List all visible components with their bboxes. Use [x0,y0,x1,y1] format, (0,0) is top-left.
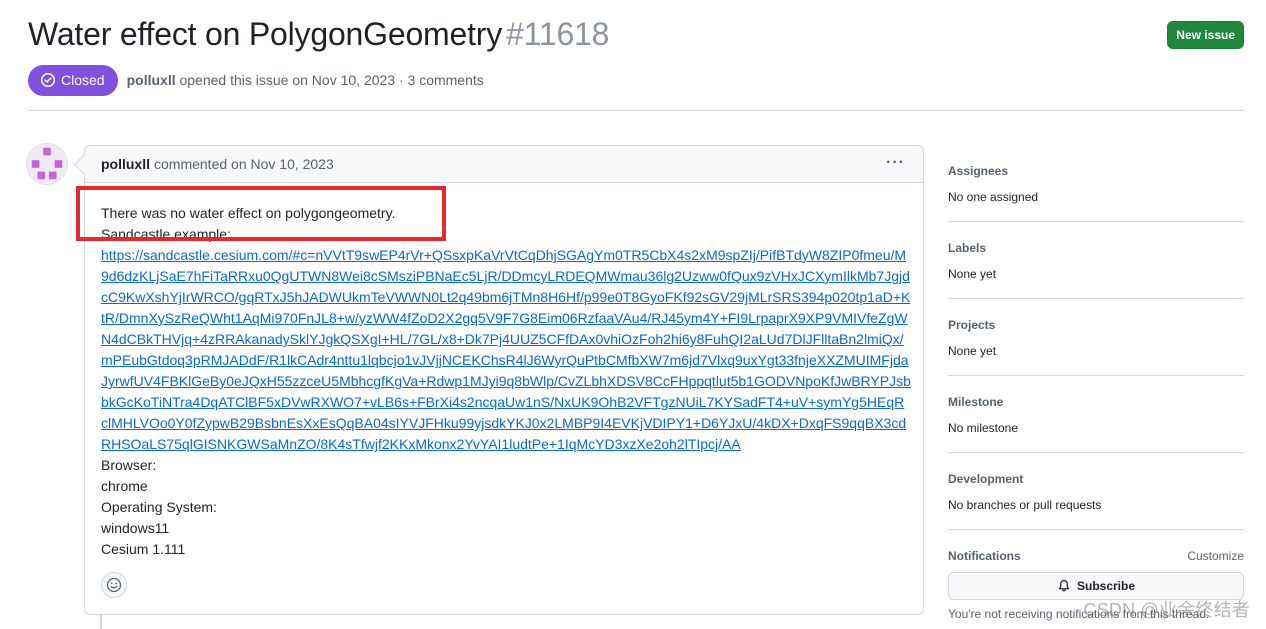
sidebar-development: Development No branches or pull requests [948,453,1244,530]
issue-comment: polluxll commented on Nov 10, 2023 ··· T… [84,145,924,615]
avatar[interactable] [26,143,68,185]
sidebar-heading: Assignees [948,164,1009,178]
sidebar-heading: Development [948,472,1024,486]
sidebar-value: No one assigned [948,190,1039,204]
sidebar-projects: Projects None yet [948,299,1244,376]
new-issue-button[interactable]: New issue [1167,21,1244,49]
sidebar-heading: Milestone [948,395,1004,409]
header-divider [28,110,1244,111]
comment-line: Operating System: [101,499,217,515]
comment-header: polluxll commented on Nov 10, 2023 ··· [85,146,923,183]
sidebar-value: No milestone [948,421,1019,435]
issue-title-text: Water effect on PolygonGeometry [28,16,503,52]
subscribe-label: Subscribe [1076,579,1136,593]
comment-line: windows11 [101,520,170,536]
issue-title: Water effect on PolygonGeometry #11618 [28,16,609,53]
sidebar-value: None yet [948,344,997,358]
issue-meta: Closed polluxll opened this issue on Nov… [28,64,484,96]
comment-line: Sandcastle example: [101,226,231,242]
opened-text: opened this issue on Nov 10, 2023 · 3 co… [179,72,484,88]
comment-line: Browser: [101,457,157,473]
issue-author-link[interactable]: polluxll [127,72,176,88]
sidebar-value: No branches or pull requests [948,498,1102,512]
issue-number: #11618 [506,16,610,52]
sidebar-heading: Projects [948,318,996,332]
smiley-icon [106,577,122,593]
sidebar-milestone: Milestone No milestone [948,376,1244,453]
comment-line: Cesium 1.111 [101,541,186,557]
state-label: Closed [61,72,105,88]
sidebar-assignees: Assignees No one assigned [948,145,1244,222]
customize-link[interactable]: Customize [1187,549,1244,563]
state-badge: Closed [28,64,118,96]
issue-meta-text: polluxll opened this issue on Nov 10, 20… [127,72,484,88]
comment-line: chrome [101,478,148,494]
comment-meta[interactable]: commented on Nov 10, 2023 [154,156,334,172]
issue-sidebar: Assignees No one assigned Labels None ye… [948,145,1244,629]
add-reaction-button[interactable] [101,572,127,598]
watermark: CSDN @业余终结者 [1083,600,1250,620]
sandcastle-link[interactable]: https://sandcastle.cesium.com/#c=nVVtT9s… [101,245,911,455]
sidebar-labels: Labels None yet [948,222,1244,299]
kebab-horizontal-icon[interactable]: ··· [886,155,905,171]
comment-line: There was no water effect on polygongeom… [101,205,396,221]
sidebar-value: None yet [948,267,997,281]
bell-icon [1058,579,1070,592]
comment-author-link[interactable]: polluxll [101,156,150,172]
sidebar-heading: Notifications [948,549,1021,563]
timeline-line [100,614,102,629]
check-circle-icon [40,72,56,88]
identicon-avatar-icon [27,144,67,184]
sidebar-heading: Labels [948,241,987,255]
comment-body: There was no water effect on polygongeom… [101,203,911,560]
issue-header: Water effect on PolygonGeometry #11618 Ne… [28,16,1244,60]
